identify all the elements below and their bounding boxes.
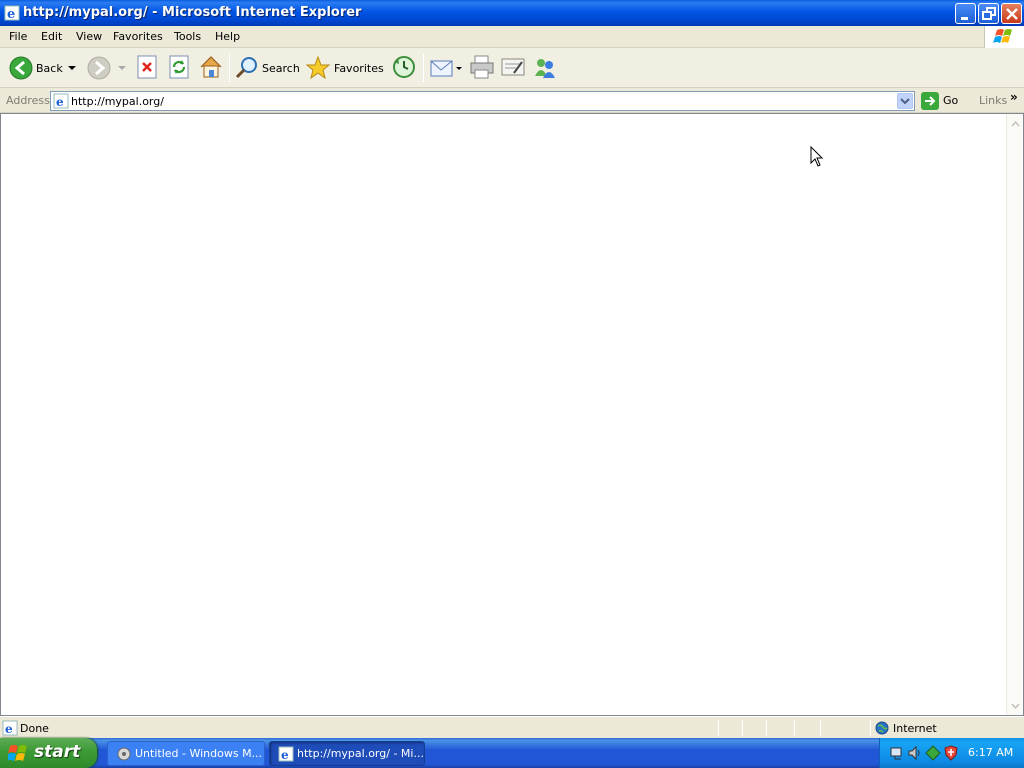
system-tray: 6:17 AM — [879, 738, 1024, 768]
chevron-down-icon — [900, 98, 910, 105]
standard-toolbar: Back Search Favorites — [0, 48, 1024, 88]
svg-text:e: e — [56, 95, 64, 109]
history-icon[interactable] — [391, 54, 417, 82]
favorites-label: Favorites — [334, 62, 384, 75]
search-icon — [235, 57, 257, 79]
search-button[interactable]: Search — [234, 54, 300, 82]
menu-file[interactable]: File — [9, 30, 27, 43]
minimize-button[interactable] — [955, 3, 976, 24]
status-text: Done — [20, 722, 49, 735]
address-bar: Address e http://mypal.org/ Go Links » — [0, 89, 1024, 113]
status-divider — [794, 720, 795, 736]
menu-tools[interactable]: Tools — [174, 30, 201, 43]
back-dropdown-icon[interactable] — [68, 66, 76, 72]
tray-security-shield-icon[interactable] — [943, 745, 959, 761]
task-label: http://mypal.org/ - Mi... — [297, 747, 424, 760]
vertical-scrollbar[interactable] — [1006, 114, 1023, 715]
restore-icon — [982, 7, 996, 20]
menu-edit[interactable]: Edit — [41, 30, 62, 43]
start-button[interactable]: start — [0, 738, 97, 768]
movie-maker-icon — [117, 747, 131, 761]
close-icon — [1006, 8, 1018, 20]
links-chevron-icon[interactable]: » — [1010, 90, 1018, 104]
go-button[interactable]: Go — [920, 92, 968, 110]
mouse-cursor-icon — [810, 146, 824, 167]
address-dropdown-button[interactable] — [897, 93, 913, 109]
stop-icon[interactable] — [135, 54, 159, 82]
address-url[interactable]: http://mypal.org/ — [71, 95, 164, 108]
go-label: Go — [943, 94, 959, 107]
home-icon[interactable] — [198, 54, 224, 82]
menu-view[interactable]: View — [76, 30, 102, 43]
favorites-star-icon — [305, 55, 331, 80]
forward-arrow-icon — [87, 56, 111, 80]
tray-volume-icon[interactable] — [907, 745, 923, 761]
ie-icon: e — [278, 746, 294, 762]
status-divider — [718, 720, 719, 736]
forward-dropdown-icon — [118, 66, 126, 70]
page-icon: e — [53, 93, 69, 109]
back-button[interactable]: Back — [6, 54, 78, 82]
forward-button[interactable] — [85, 54, 126, 82]
taskbar: start Untitled - Windows M... e http://m… — [0, 738, 1024, 768]
taskbar-item-internet-explorer[interactable]: e http://mypal.org/ - Mi... — [269, 741, 425, 766]
svg-text:e: e — [7, 7, 15, 21]
toolbar-separator — [229, 54, 230, 82]
clock: 6:17 AM — [968, 746, 1014, 759]
print-icon[interactable] — [469, 54, 495, 82]
toolbar-separator — [423, 54, 424, 82]
window-title: http://mypal.org/ - Microsoft Internet E… — [23, 5, 362, 20]
tray-update-icon[interactable] — [925, 745, 941, 761]
back-arrow-icon — [9, 56, 33, 80]
internet-globe-icon — [875, 721, 889, 735]
menu-bar: File Edit View Favorites Tools Help — [0, 26, 1024, 48]
menu-help[interactable]: Help — [215, 30, 240, 43]
menu-favorites[interactable]: Favorites — [113, 30, 163, 43]
close-button[interactable] — [1001, 3, 1022, 24]
tray-network-icon[interactable] — [889, 745, 905, 761]
status-divider — [742, 720, 743, 736]
security-zone: Internet — [893, 722, 937, 735]
edit-icon[interactable] — [500, 54, 526, 82]
links-label[interactable]: Links — [979, 94, 1007, 107]
search-label: Search — [262, 62, 300, 75]
svg-text:e: e — [281, 748, 289, 762]
status-divider — [820, 720, 821, 736]
minimize-icon — [961, 17, 968, 20]
svg-text:e: e — [5, 722, 13, 736]
mail-button[interactable] — [429, 54, 463, 82]
mail-icon — [430, 60, 453, 77]
address-input[interactable]: e http://mypal.org/ — [50, 91, 915, 111]
ie-icon: e — [4, 5, 20, 21]
status-bar: e Done Internet — [0, 716, 1024, 738]
status-divider — [870, 720, 871, 736]
refresh-icon[interactable] — [167, 54, 191, 82]
status-divider — [766, 720, 767, 736]
favorites-button[interactable]: Favorites — [305, 54, 384, 82]
messenger-icon[interactable] — [532, 54, 558, 82]
task-label: Untitled - Windows M... — [135, 747, 263, 760]
windows-flag-icon — [8, 745, 27, 761]
scroll-down-icon[interactable] — [1008, 698, 1023, 713]
taskbar-item-windows-movie-maker[interactable]: Untitled - Windows M... — [107, 741, 265, 766]
page-content[interactable] — [0, 113, 1024, 716]
restore-button[interactable] — [978, 3, 999, 24]
address-label: Address — [6, 94, 50, 107]
back-label: Back — [36, 62, 63, 75]
windows-logo-icon — [984, 26, 1024, 48]
start-label: start — [34, 742, 81, 762]
go-arrow-icon — [921, 92, 939, 110]
title-bar[interactable]: e http://mypal.org/ - Microsoft Internet… — [0, 0, 1024, 26]
mail-dropdown-icon — [456, 67, 462, 70]
page-status-icon: e — [2, 720, 18, 736]
scroll-up-icon[interactable] — [1008, 116, 1023, 131]
